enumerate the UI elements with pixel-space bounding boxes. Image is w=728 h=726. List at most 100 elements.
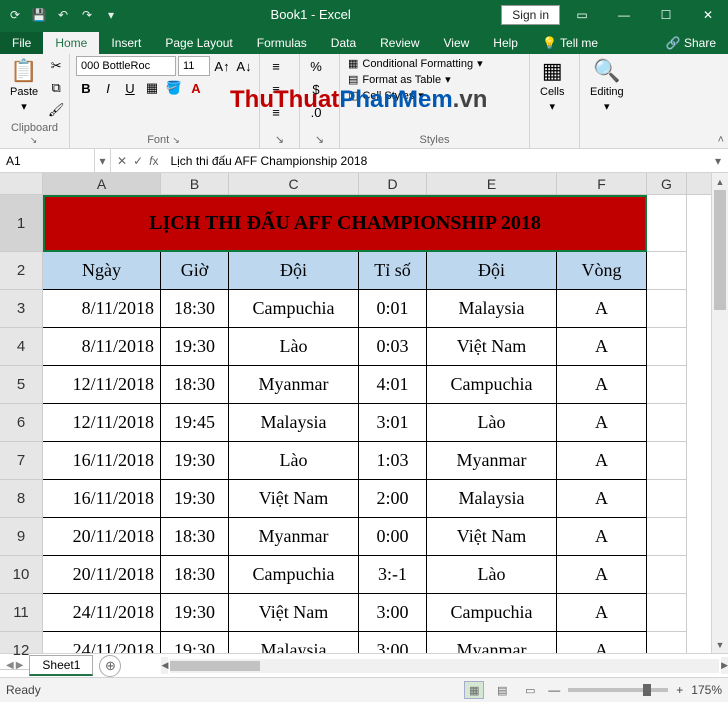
cell[interactable]: A (557, 290, 647, 328)
decimal-icon[interactable]: .0 (306, 102, 326, 122)
qat-more-icon[interactable]: ▾ (102, 6, 120, 24)
cell[interactable]: Lào (427, 404, 557, 442)
row-header[interactable]: 11 (0, 594, 42, 632)
save-icon[interactable]: 💾 (30, 6, 48, 24)
cell[interactable]: A (557, 480, 647, 518)
underline-icon[interactable]: U (120, 78, 140, 98)
select-all-corner[interactable] (0, 173, 42, 195)
zoom-thumb[interactable] (643, 684, 651, 696)
scroll-up-icon[interactable]: ▲ (712, 173, 728, 190)
zoom-slider[interactable] (568, 688, 668, 692)
col-header[interactable]: G (647, 173, 687, 194)
cell[interactable]: 16/11/2018 (43, 442, 161, 480)
next-sheet-icon[interactable]: ▶ (16, 660, 24, 671)
cancel-formula-icon[interactable]: ✕ (117, 154, 127, 168)
col-header[interactable]: B (161, 173, 229, 194)
cell[interactable]: 18:30 (161, 518, 229, 556)
tab-view[interactable]: View (432, 32, 482, 54)
dialog-launcher-icon[interactable]: ↘ (30, 135, 40, 145)
cell[interactable]: Việt Nam (427, 518, 557, 556)
cell[interactable]: 19:30 (161, 442, 229, 480)
cell[interactable] (647, 594, 687, 632)
cell[interactable]: Campuchia (427, 366, 557, 404)
zoom-in-icon[interactable]: + (676, 683, 683, 697)
page-break-view-icon[interactable]: ▭ (520, 681, 540, 699)
scroll-left-icon[interactable]: ◀ (161, 657, 168, 674)
cell[interactable]: A (557, 594, 647, 632)
cell[interactable]: A (557, 328, 647, 366)
cell[interactable]: 19:30 (161, 328, 229, 366)
cell[interactable]: A (557, 556, 647, 594)
tab-home[interactable]: Home (43, 32, 99, 54)
italic-icon[interactable]: I (98, 78, 118, 98)
scrollbar-track[interactable] (170, 659, 719, 673)
cell[interactable] (647, 366, 687, 404)
normal-view-icon[interactable]: ▦ (464, 681, 484, 699)
cell[interactable]: A (557, 366, 647, 404)
cell[interactable]: Việt Nam (229, 594, 359, 632)
name-box-dropdown-icon[interactable]: ▾ (95, 149, 111, 172)
row-header[interactable]: 7 (0, 442, 42, 480)
col-header[interactable]: C (229, 173, 359, 194)
cell[interactable]: Myanmar (427, 632, 557, 653)
tab-help[interactable]: Help (481, 32, 530, 54)
row-header[interactable]: 2 (0, 252, 42, 290)
cell[interactable] (647, 252, 687, 290)
cell[interactable]: Campuchia (229, 290, 359, 328)
row-header[interactable]: 4 (0, 328, 42, 366)
cell[interactable]: Campuchia (229, 556, 359, 594)
cell[interactable]: 19:30 (161, 594, 229, 632)
new-sheet-icon[interactable]: ⊕ (99, 655, 121, 677)
undo-icon[interactable]: ↶ (54, 6, 72, 24)
close-icon[interactable]: ✕ (688, 0, 728, 29)
border-icon[interactable]: ▦ (142, 78, 162, 98)
scrollbar-thumb[interactable] (714, 190, 726, 310)
scroll-right-icon[interactable]: ▶ (721, 657, 728, 674)
dialog-launcher-icon[interactable]: ↘ (306, 133, 333, 148)
cell[interactable]: Malaysia (427, 480, 557, 518)
cell[interactable]: 19:45 (161, 404, 229, 442)
cell[interactable]: Lào (427, 556, 557, 594)
prev-sheet-icon[interactable]: ◀ (6, 660, 14, 671)
cell[interactable]: 18:30 (161, 366, 229, 404)
cell[interactable]: A (557, 404, 647, 442)
cell[interactable]: 2:00 (359, 480, 427, 518)
tab-insert[interactable]: Insert (99, 32, 153, 54)
cell[interactable]: Việt Nam (229, 480, 359, 518)
cell[interactable] (647, 480, 687, 518)
name-box[interactable]: A1 (0, 149, 95, 172)
dialog-launcher-icon[interactable]: ↘ (172, 135, 182, 145)
grow-font-icon[interactable]: A↑ (212, 56, 232, 76)
cell[interactable]: Myanmar (229, 518, 359, 556)
cell[interactable]: 4:01 (359, 366, 427, 404)
cell[interactable]: 8/11/2018 (43, 290, 161, 328)
cell[interactable]: 24/11/2018 (43, 594, 161, 632)
cell[interactable] (647, 328, 687, 366)
cell[interactable] (647, 632, 687, 653)
cell[interactable]: 3:-1 (359, 556, 427, 594)
cells-button[interactable]: ▦ Cells▾ (536, 56, 568, 115)
formula-bar[interactable]: Lịch thi đấu AFF Championship 2018 (164, 152, 708, 170)
format-as-table-button[interactable]: ▤Format as Table ▾ (346, 72, 485, 87)
cell[interactable]: Việt Nam (427, 328, 557, 366)
col-header[interactable]: A (43, 173, 161, 194)
cell[interactable]: 0:00 (359, 518, 427, 556)
col-header[interactable]: E (427, 173, 557, 194)
redo-icon[interactable]: ↷ (78, 6, 96, 24)
cut-icon[interactable]: ✂ (46, 56, 66, 76)
cell-styles-button[interactable]: ◫Cell Styles ▾ (346, 88, 485, 103)
cell[interactable]: 12/11/2018 (43, 404, 161, 442)
cell[interactable] (647, 556, 687, 594)
row-header[interactable]: 8 (0, 480, 42, 518)
tab-pagelayout[interactable]: Page Layout (153, 32, 244, 54)
copy-icon[interactable]: ⧉ (46, 78, 66, 98)
autosave-icon[interactable]: ⟳ (6, 6, 24, 24)
row-header[interactable]: 1 (0, 195, 42, 252)
row-header[interactable]: 6 (0, 404, 42, 442)
cell[interactable] (647, 404, 687, 442)
font-color-icon[interactable]: A (186, 78, 206, 98)
scrollbar-track[interactable] (712, 190, 728, 636)
align-right-icon[interactable]: ≡ (266, 102, 286, 122)
header-cell[interactable]: Ngày (43, 252, 161, 290)
cell[interactable]: 19:30 (161, 480, 229, 518)
